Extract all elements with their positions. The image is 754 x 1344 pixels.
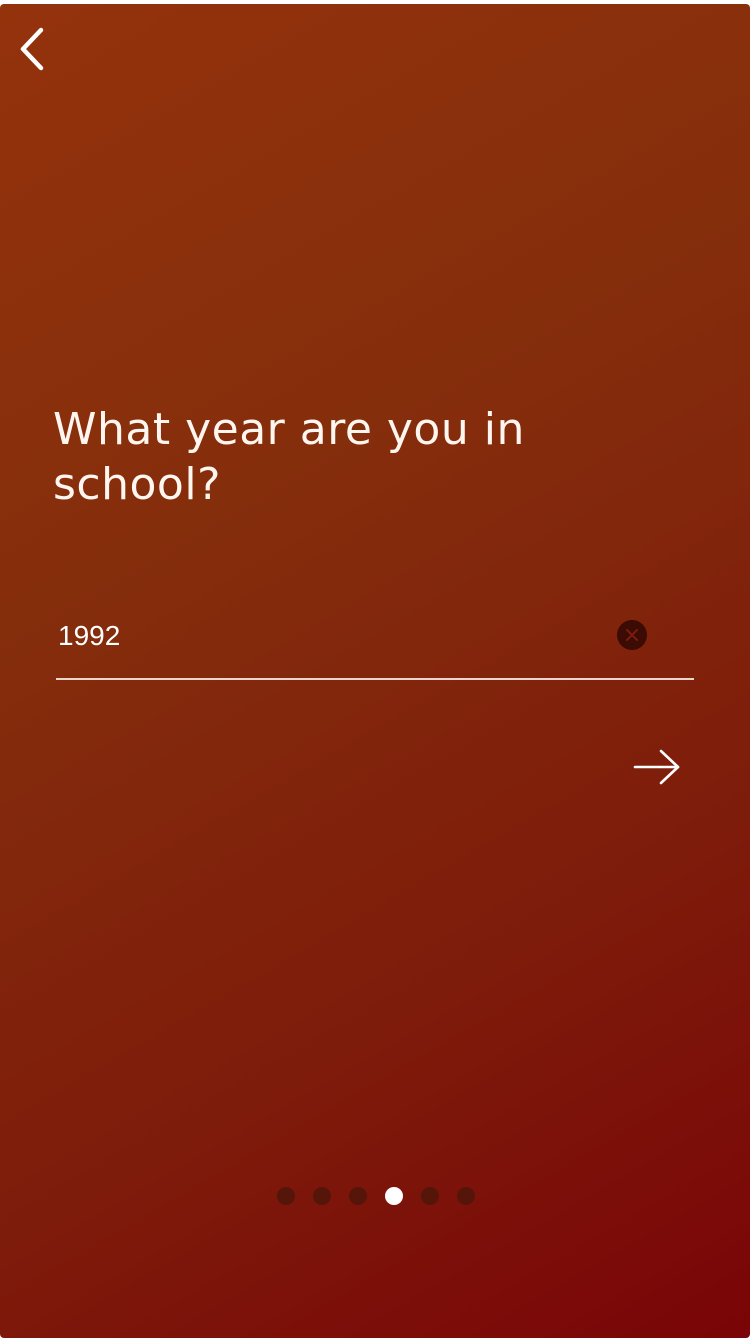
page-dot [349,1187,367,1205]
clear-button[interactable] [617,620,647,650]
next-button[interactable] [628,740,686,794]
year-field [56,604,694,680]
page-dot [277,1187,295,1205]
arrow-right-icon [633,749,680,785]
page-dot [457,1187,475,1205]
page-indicator [277,1187,475,1205]
page-dot [421,1187,439,1205]
page-dot-active [385,1187,403,1205]
year-input[interactable] [56,612,598,660]
page-dot [313,1187,331,1205]
back-button[interactable] [10,24,54,74]
chevron-left-icon [20,27,44,71]
onboarding-screen: What year are you in school? [0,4,750,1338]
question-title: What year are you in school? [53,404,525,510]
close-circle-icon [626,629,638,641]
